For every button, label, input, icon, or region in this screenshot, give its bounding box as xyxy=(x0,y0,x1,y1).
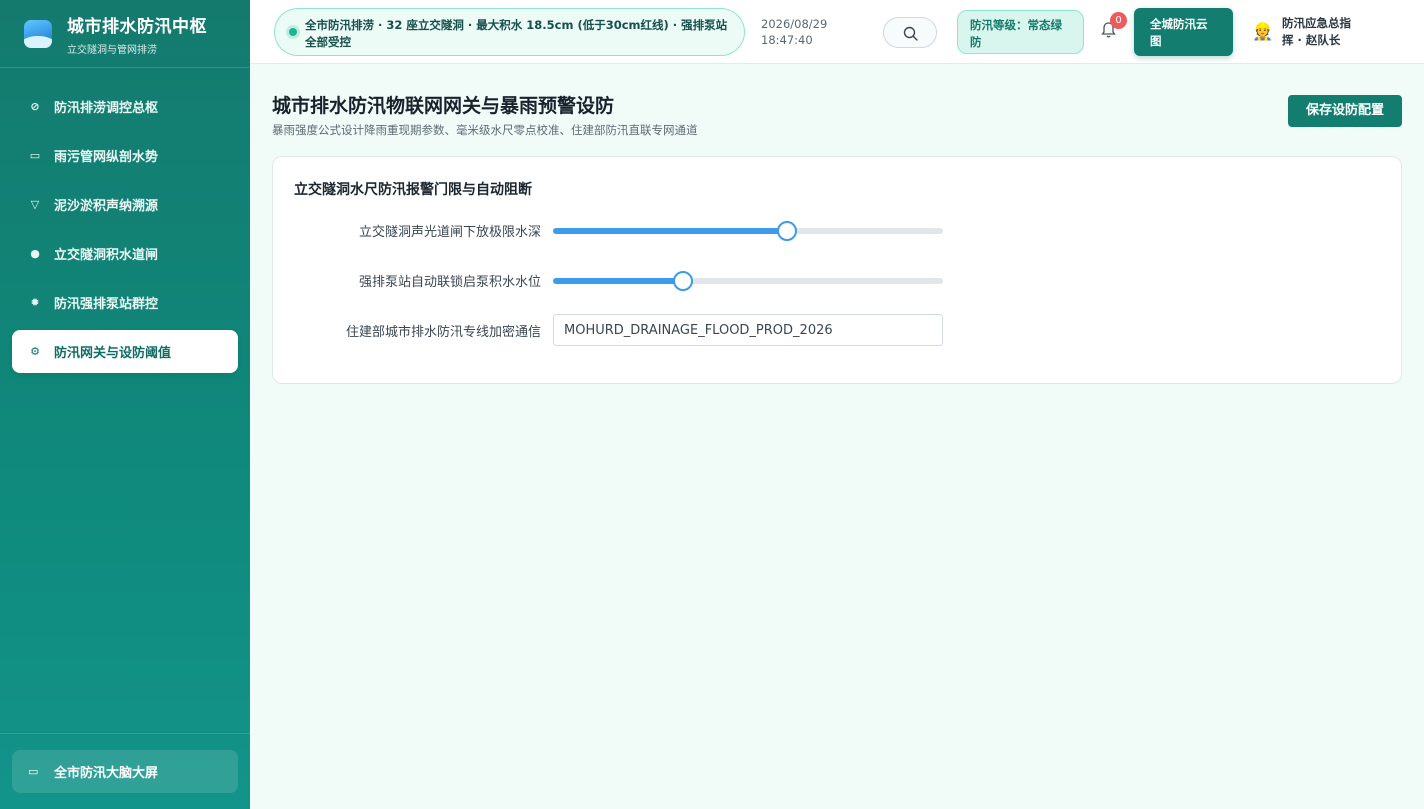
slider-thumb[interactable] xyxy=(777,221,797,241)
notification-count-badge: 0 xyxy=(1110,12,1127,29)
big-screen-button[interactable]: ▭ 全市防汛大脑大屏 xyxy=(12,750,238,793)
monitor-icon: ▭ xyxy=(29,149,41,162)
page-title: 城市排水防汛物联网网关与暴雨预警设防 xyxy=(272,95,615,117)
user-name[interactable]: 防汛应急总指挥 · 赵队长 xyxy=(1282,15,1352,49)
pump-start-level-slider[interactable] xyxy=(553,271,943,291)
status-text: 全市防汛排涝 · 32 座立交隧洞 · 最大积水 18.5cm (低于30cm红… xyxy=(305,18,728,49)
worker-avatar-icon[interactable]: 👷 xyxy=(1252,22,1273,42)
tunnel-gate-depth-label: 立交隧洞声光道闸下放极限水深 xyxy=(358,225,541,240)
search-icon xyxy=(903,26,918,41)
sun-icon: ✹ xyxy=(30,296,40,309)
sidebar-item-sediment-sonar[interactable]: ▽ 泥沙淤积声纳溯源 xyxy=(12,183,238,226)
slider-fill xyxy=(553,278,683,284)
filter-icon: ▽ xyxy=(30,198,40,211)
wave-logo-icon xyxy=(24,19,52,48)
search-button[interactable] xyxy=(883,17,937,48)
sidebar-item-label: 雨污管网纵剖水势 xyxy=(54,150,159,165)
pump-start-level-label: 强排泵站自动联锁启泵积水水位 xyxy=(358,275,541,290)
sidebar-item-tunnel-gate[interactable]: ● 立交隧洞积水道闸 xyxy=(12,232,238,275)
gear-icon: ⚙ xyxy=(30,345,40,358)
sidebar-item-label: 立交隧洞积水道闸 xyxy=(54,248,159,263)
mohurd-channel-label: 住建部城市排水防汛专线加密通信 xyxy=(345,325,541,340)
screen-icon: ▭ xyxy=(28,765,39,778)
sidebar-item-label: 泥沙淤积声纳溯源 xyxy=(54,199,159,214)
big-screen-label: 全市防汛大脑大屏 xyxy=(54,766,159,781)
card-title: 立交隧洞水尺防汛报警门限与自动阻断 xyxy=(294,182,532,198)
flood-cloud-map-button[interactable]: 全城防汛云图 xyxy=(1134,8,1233,56)
alert-icon: ● xyxy=(30,247,40,260)
status-ticker[interactable]: 全市防汛排涝 · 32 座立交隧洞 · 最大积水 18.5cm (低于30cm红… xyxy=(274,8,745,56)
sidebar-item-pump-station[interactable]: ✹ 防汛强排泵站群控 xyxy=(12,281,238,324)
topbar: 全市防汛排涝 · 32 座立交隧洞 · 最大积水 18.5cm (低于30cm红… xyxy=(250,0,1424,64)
sidebar-item-overview[interactable]: ⊘ 防汛排涝调控总枢 xyxy=(12,85,238,128)
tunnel-gate-depth-slider[interactable] xyxy=(553,221,943,241)
sidebar-item-gateway-threshold[interactable]: ⚙ 防汛网关与设防阈值 xyxy=(12,330,238,373)
compass-icon: ⊘ xyxy=(30,100,40,113)
sidebar-footer: ▭ 全市防汛大脑大屏 xyxy=(0,733,250,809)
slider-fill xyxy=(553,228,787,234)
mohurd-channel-input[interactable] xyxy=(553,314,943,346)
page-subtitle: 暴雨强度公式设计降雨重现期参数、毫米级水尺零点校准、住建部防汛直联专网通道 xyxy=(272,123,698,137)
datetime: 2026/08/29 18:47:40 xyxy=(761,16,827,48)
time-text: 18:47:40 xyxy=(761,33,813,47)
sidebar-nav: ⊘ 防汛排涝调控总枢 ▭ 雨污管网纵剖水势 ▽ 泥沙淤积声纳溯源 ● 立交隧洞积… xyxy=(0,68,250,373)
sidebar-item-label: 防汛强排泵站群控 xyxy=(54,297,159,312)
app-title: 城市排水防汛中枢 xyxy=(67,16,207,37)
save-config-button[interactable]: 保存设防配置 xyxy=(1288,95,1402,127)
main-content: 城市排水防汛物联网网关与暴雨预警设防 暴雨强度公式设计降雨重现期参数、毫米级水尺… xyxy=(250,64,1424,809)
sidebar-item-label: 防汛排涝调控总枢 xyxy=(54,101,159,116)
sidebar-item-label: 防汛网关与设防阈值 xyxy=(54,346,172,361)
date-text: 2026/08/29 xyxy=(761,17,828,31)
sidebar-item-pipe-profile[interactable]: ▭ 雨污管网纵剖水势 xyxy=(12,134,238,177)
sidebar: 城市排水防汛中枢 立交隧洞与管网排涝 ⊘ 防汛排涝调控总枢 ▭ 雨污管网纵剖水势… xyxy=(0,0,250,809)
slider-thumb[interactable] xyxy=(672,271,693,291)
flood-level-badge: 防汛等级：常态绿防 xyxy=(957,10,1084,54)
app-subtitle: 立交隧洞与管网排涝 xyxy=(67,44,157,56)
brand: 城市排水防汛中枢 立交隧洞与管网排涝 xyxy=(0,0,250,68)
threshold-card: 立交隧洞水尺防汛报警门限与自动阻断 立交隧洞声光道闸下放极限水深 强排泵站自动联… xyxy=(272,156,1402,384)
status-dot-icon xyxy=(289,28,297,36)
